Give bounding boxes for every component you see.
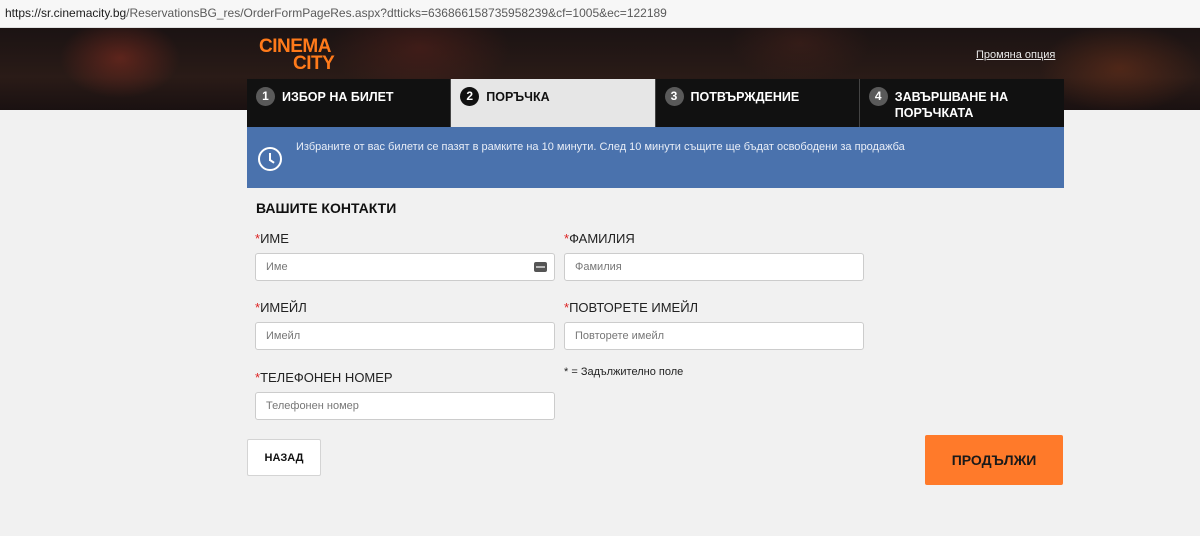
phone-label: *ТЕЛЕФОНЕН НОМЕР (255, 370, 393, 385)
step-select-ticket: 1 ИЗБОР НА БИЛЕТ (247, 79, 452, 127)
last-name-field: *ФАМИЛИЯ (564, 231, 864, 281)
email-repeat-input[interactable] (565, 323, 863, 349)
first-name-input-box (255, 253, 555, 281)
back-button[interactable]: НАЗАД (247, 439, 321, 476)
step-label: ПОРЪЧКА (486, 90, 550, 104)
last-name-input[interactable] (565, 254, 863, 280)
cinema-city-logo[interactable]: CINEMA CITY (259, 37, 349, 74)
step-number: 3 (664, 87, 684, 106)
reservation-notice: Избраните от вас билети се пазят в рамки… (247, 127, 1064, 188)
order-steps: 1 ИЗБОР НА БИЛЕТ 2 ПОРЪЧКА 3 ПОТВЪРЖДЕНИ… (247, 79, 1064, 127)
step-label: ПОТВЪРЖДЕНИЕ (690, 90, 800, 104)
phone-field: *ТЕЛЕФОНЕН НОМЕР (255, 370, 555, 420)
url-text[interactable]: https://sr.cinemacity.bg/ReservationsBG_… (5, 6, 667, 20)
first-name-input[interactable] (256, 254, 554, 280)
email-input[interactable] (256, 323, 554, 349)
email-repeat-label: *ПОВТОРЕТЕ ИМЕЙЛ (564, 300, 699, 315)
email-field: *ИМЕЙЛ (255, 300, 555, 350)
step-label: ЗАВЪРШВАНЕ НА ПОРЪЧКАТА (894, 90, 1009, 120)
step-label: ИЗБОР НА БИЛЕТ (282, 90, 394, 104)
notice-text: Избраните от вас билети се пазят в рамки… (296, 141, 905, 153)
first-name-field: *ИМЕ (255, 231, 555, 281)
step-order: 2 ПОРЪЧКА (451, 79, 656, 127)
email-input-box (255, 322, 555, 350)
email-label: *ИМЕЙЛ (255, 300, 307, 315)
email-repeat-input-box (564, 322, 864, 350)
step-number: 1 (256, 87, 275, 106)
step-number: 4 (868, 87, 888, 106)
change-option-link[interactable]: Промяна опция (976, 49, 1055, 61)
phone-input[interactable] (256, 393, 554, 419)
last-name-input-box (564, 253, 864, 281)
step-number: 2 (460, 87, 480, 106)
phone-input-box (255, 392, 555, 420)
step-confirmation: 3 ПОТВЪРЖДЕНИЕ (655, 79, 860, 127)
contacts-title: ВАШИТЕ КОНТАКТИ (256, 200, 397, 216)
autofill-keyboard-icon[interactable] (534, 262, 547, 272)
clock-icon (258, 147, 282, 171)
last-name-label: *ФАМИЛИЯ (564, 231, 635, 246)
required-field-note: * = Задължително поле (564, 366, 684, 378)
first-name-label: *ИМЕ (255, 231, 289, 246)
email-repeat-field: *ПОВТОРЕТЕ ИМЕЙЛ (564, 300, 864, 350)
continue-button[interactable]: ПРОДЪЛЖИ (925, 435, 1063, 485)
logo-line-2: CITY (293, 53, 335, 74)
browser-url-bar[interactable]: https://sr.cinemacity.bg/ReservationsBG_… (0, 0, 1200, 28)
step-complete-order: 4 ЗАВЪРШВАНЕ НА ПОРЪЧКАТА (859, 79, 1064, 127)
